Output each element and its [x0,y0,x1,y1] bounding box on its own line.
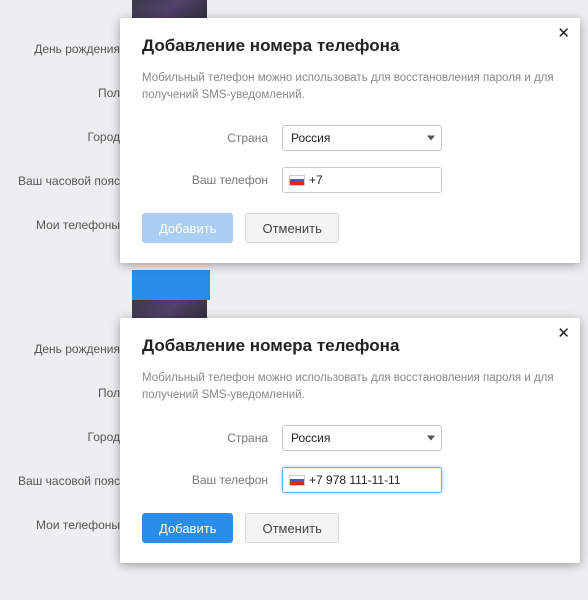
sidebar-item-city[interactable]: Город [0,122,130,152]
background-button [132,270,210,300]
country-label: Страна [142,131,282,145]
phone-input[interactable]: +7 [282,167,442,193]
phone-label: Ваш телефон [142,173,282,187]
flag-russia-icon [289,175,305,186]
phone-value: +7 [309,173,435,187]
country-select-value: Россия [291,131,330,145]
cancel-button[interactable]: Отменить [245,213,338,243]
sidebar-item-phones[interactable]: Мои телефоны [0,210,130,240]
add-phone-modal: ✕ Добавление номера телефона Мобильный т… [120,318,580,563]
chevron-down-icon [427,436,435,441]
country-select-value: Россия [291,431,330,445]
sidebar: День рождения Пол Город Ваш часовой пояс… [0,0,130,300]
avatar-thumb [132,300,207,320]
phone-input[interactable]: +7 978 111-11-11 [282,467,442,493]
sidebar-item-gender[interactable]: Пол [0,378,130,408]
add-button[interactable]: Добавить [142,513,233,543]
chevron-down-icon [427,136,435,141]
sidebar-item-timezone[interactable]: Ваш часовой пояс [0,466,130,496]
phone-label: Ваш телефон [142,473,282,487]
sidebar-item-timezone[interactable]: Ваш часовой пояс [0,166,130,196]
sidebar: День рождения Пол Город Ваш часовой пояс… [0,300,130,600]
country-label: Страна [142,431,282,445]
close-icon[interactable]: ✕ [557,26,570,41]
flag-russia-icon [289,475,305,486]
sidebar-item-city[interactable]: Город [0,422,130,452]
cancel-button[interactable]: Отменить [245,513,338,543]
country-select[interactable]: Россия [282,425,442,451]
phone-value: +7 978 111-11-11 [309,473,435,487]
add-phone-modal: ✕ Добавление номера телефона Мобильный т… [120,18,580,263]
modal-description: Мобильный телефон можно использовать для… [142,370,558,403]
close-icon[interactable]: ✕ [557,326,570,341]
modal-title: Добавление номера телефона [142,336,558,356]
modal-title: Добавление номера телефона [142,36,558,56]
modal-description: Мобильный телефон можно использовать для… [142,70,558,103]
add-button: Добавить [142,213,233,243]
avatar-thumb [132,0,207,20]
sidebar-item-birthday[interactable]: День рождения [0,34,130,64]
sidebar-item-phones[interactable]: Мои телефоны [0,510,130,540]
country-select[interactable]: Россия [282,125,442,151]
sidebar-item-birthday[interactable]: День рождения [0,334,130,364]
sidebar-item-gender[interactable]: Пол [0,78,130,108]
